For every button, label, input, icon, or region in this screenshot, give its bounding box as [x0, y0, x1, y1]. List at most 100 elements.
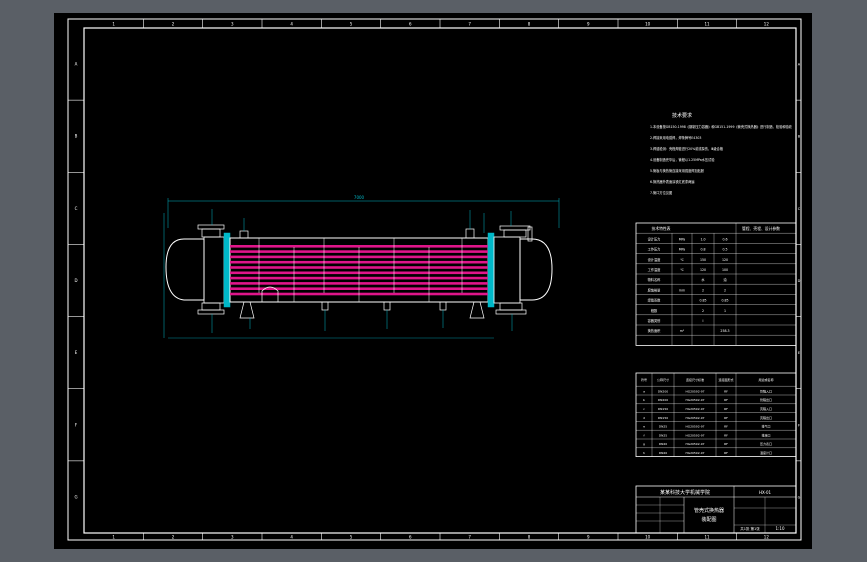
zone-row-right: C: [798, 207, 801, 211]
title-block: 某某科技大学机械学院 管壳式换热器 装配图 HX-01 1:10 共1张 第1张: [635, 485, 797, 534]
nozzle-table-cell: 温度计口: [760, 450, 772, 455]
zone-col-bottom: 1: [112, 535, 115, 540]
nozzle-table-cell: 管程入口: [760, 388, 772, 393]
zone-row-right: B: [798, 135, 801, 139]
nozzle-table-cell: 壳程出口: [760, 415, 772, 420]
zone-col-bottom: 12: [764, 535, 770, 540]
zone-col-bottom: 6: [409, 535, 412, 540]
zone-col-top: 12: [764, 22, 770, 27]
left-channel-head: [165, 238, 205, 301]
bottom-nozzles: [197, 286, 527, 315]
design-table-cell: 2: [702, 288, 704, 292]
right-channel-box: [493, 236, 521, 304]
nozzle-table-cell: HG20592-97: [685, 433, 704, 437]
design-table-cell: 物料名称: [648, 277, 662, 282]
design-table-cell: 设计温度: [648, 257, 662, 262]
technical-requirements: 技术要求 1.本设备按GB150-1998《钢制压力容器》和GB151-1999…: [650, 112, 793, 195]
nozzle-table-cell: DN200: [658, 398, 668, 402]
nozzle-table-header: 连接尺寸标准: [686, 377, 704, 382]
nozzle-table: 符号 公称尺寸 连接尺寸标准 连接面形式 用途或名称 a DN200 HG20592-97 RF…: [635, 372, 797, 457]
design-table-cell: m²: [680, 329, 685, 333]
zone-col-bottom: 2: [172, 535, 175, 540]
zone-row-left: E: [75, 350, 78, 355]
drawing-canvas: 1 1 2 2 3 3 4 4 5 5 6 6 7 7 8 8 9 9 10 10 11 11 12 12 A A B B C C D D E E…: [54, 13, 812, 549]
zone-col-bottom: 9: [587, 535, 590, 540]
bottom-nozzle-dims: [211, 310, 513, 333]
zone-col-top: 6: [409, 22, 412, 27]
drawing-number: HX-01: [759, 490, 772, 495]
nozzle-table-cell: a: [643, 389, 645, 393]
zone-col-top: 3: [231, 22, 234, 27]
design-table-cell: MPa: [679, 248, 686, 252]
design-table-cell: 100: [722, 268, 728, 272]
zone-col-top: 5: [350, 22, 353, 27]
border-zone-ticks: [68, 19, 801, 540]
design-spec-table: 技术特性表 管程、壳程、设计参数设计压力 MPa 1.0 0.6 工作压力 MPa 0.8 0.…: [635, 222, 797, 346]
design-table-cell: 水: [701, 277, 705, 282]
nozzle-table-cell: HG20592-97: [685, 425, 704, 429]
nozzle-table-cell: HG20592-97: [685, 442, 704, 446]
tech-req-line: 2.焊接采用电弧焊，焊条牌号E4303: [650, 135, 701, 140]
design-table-cell: 1.0: [700, 237, 705, 241]
design-table-cell: 程数: [651, 308, 658, 313]
nozzle-table-cell: DN150: [658, 407, 668, 411]
zone-col-top: 9: [587, 22, 590, 27]
design-table-cell: 换热面积: [648, 328, 662, 333]
design-table-cell: 0.8: [700, 248, 705, 252]
design-table-cell: 120: [700, 268, 706, 272]
zone-col-top: 11: [704, 22, 710, 27]
right-channel-head: [519, 238, 553, 301]
zone-col-bottom: 5: [350, 535, 353, 540]
sheet-count: 共1张 第1张: [740, 526, 760, 531]
design-table-cell: 150: [700, 258, 706, 262]
nozzle-table-cell: RF: [724, 442, 728, 446]
zone-row-left: C: [75, 206, 78, 211]
design-table-cell: 2: [724, 288, 726, 292]
tech-req-line: 3.焊缝检测：壳程焊缝进行20%射线探伤，Ⅲ级合格: [650, 146, 724, 151]
nozzle-table-cell: HG20592-97: [685, 407, 704, 411]
tech-req-line: 7.管口方位见图: [650, 190, 672, 195]
nozzle-table-cell: 排液口: [761, 432, 770, 437]
design-table-cell: 2: [702, 309, 704, 313]
outer-frame: [67, 18, 802, 541]
design-table-cell: ℃: [680, 268, 684, 272]
nozzle-table-header: 连接面形式: [718, 377, 733, 382]
nozzle-table-cell: f: [643, 433, 645, 437]
nozzle-table-cell: RF: [724, 425, 728, 429]
zone-col-bottom: 7: [468, 535, 471, 540]
design-table-cell: 工作温度: [648, 267, 662, 272]
zone-col-bottom: 4: [290, 535, 293, 540]
inner-frame: [83, 27, 797, 534]
tech-req-line: 6.换热器外表面涂铁红底漆两遍: [650, 179, 695, 184]
tech-req-line: 4.设备制造完毕后，管程以1.25MPa水压试验: [650, 157, 715, 162]
design-table-cell: 258.3: [720, 329, 729, 333]
drawing-scale: 1:10: [776, 526, 785, 531]
nozzle-table-cell: DN25: [659, 425, 667, 429]
nozzle-table-cell: RF: [724, 389, 728, 393]
nozzle-table-cell: RF: [724, 407, 728, 411]
drawing-subtitle: 装配图: [701, 516, 716, 523]
design-table-cell: 0.6: [722, 237, 727, 241]
nozzle-table-cell: HG20592-97: [685, 416, 704, 420]
nozzle-table-cell: HG20592-97: [685, 389, 704, 393]
drawing-sheet: 112233445566778899101011111212A AB BC CD DE E…: [67, 18, 802, 541]
left-channel-box: [203, 236, 225, 304]
nozzle-table-cell: 压力表口: [760, 441, 772, 446]
design-table-cell: 0.5: [722, 248, 727, 252]
design-table-cell: 油: [723, 277, 726, 282]
tech-req-line: 5.管板与换热管连接采用强度焊加贴胀: [650, 168, 705, 173]
nozzle-table-cell: d: [643, 416, 645, 420]
nozzle-table-header: 公称尺寸: [657, 377, 669, 382]
zone-row-right: D: [798, 279, 801, 283]
nozzle-table-cell: e: [643, 425, 645, 429]
nozzle-table-cell: 管程出口: [760, 397, 772, 402]
nozzle-table-cell: RF: [724, 398, 728, 402]
zone-col-top: 8: [528, 22, 531, 27]
nozzle-table-cell: DN20: [659, 451, 667, 455]
zone-row-left: D: [74, 278, 77, 283]
nozzle-table-header: 符号: [641, 377, 647, 382]
design-table-cell: 设计压力: [648, 236, 661, 241]
nozzle-table-cell: HG20592-97: [685, 451, 704, 455]
design-table-cell: 焊缝系数: [648, 298, 662, 303]
design-table-cell: 腐蚀裕量: [648, 287, 662, 292]
